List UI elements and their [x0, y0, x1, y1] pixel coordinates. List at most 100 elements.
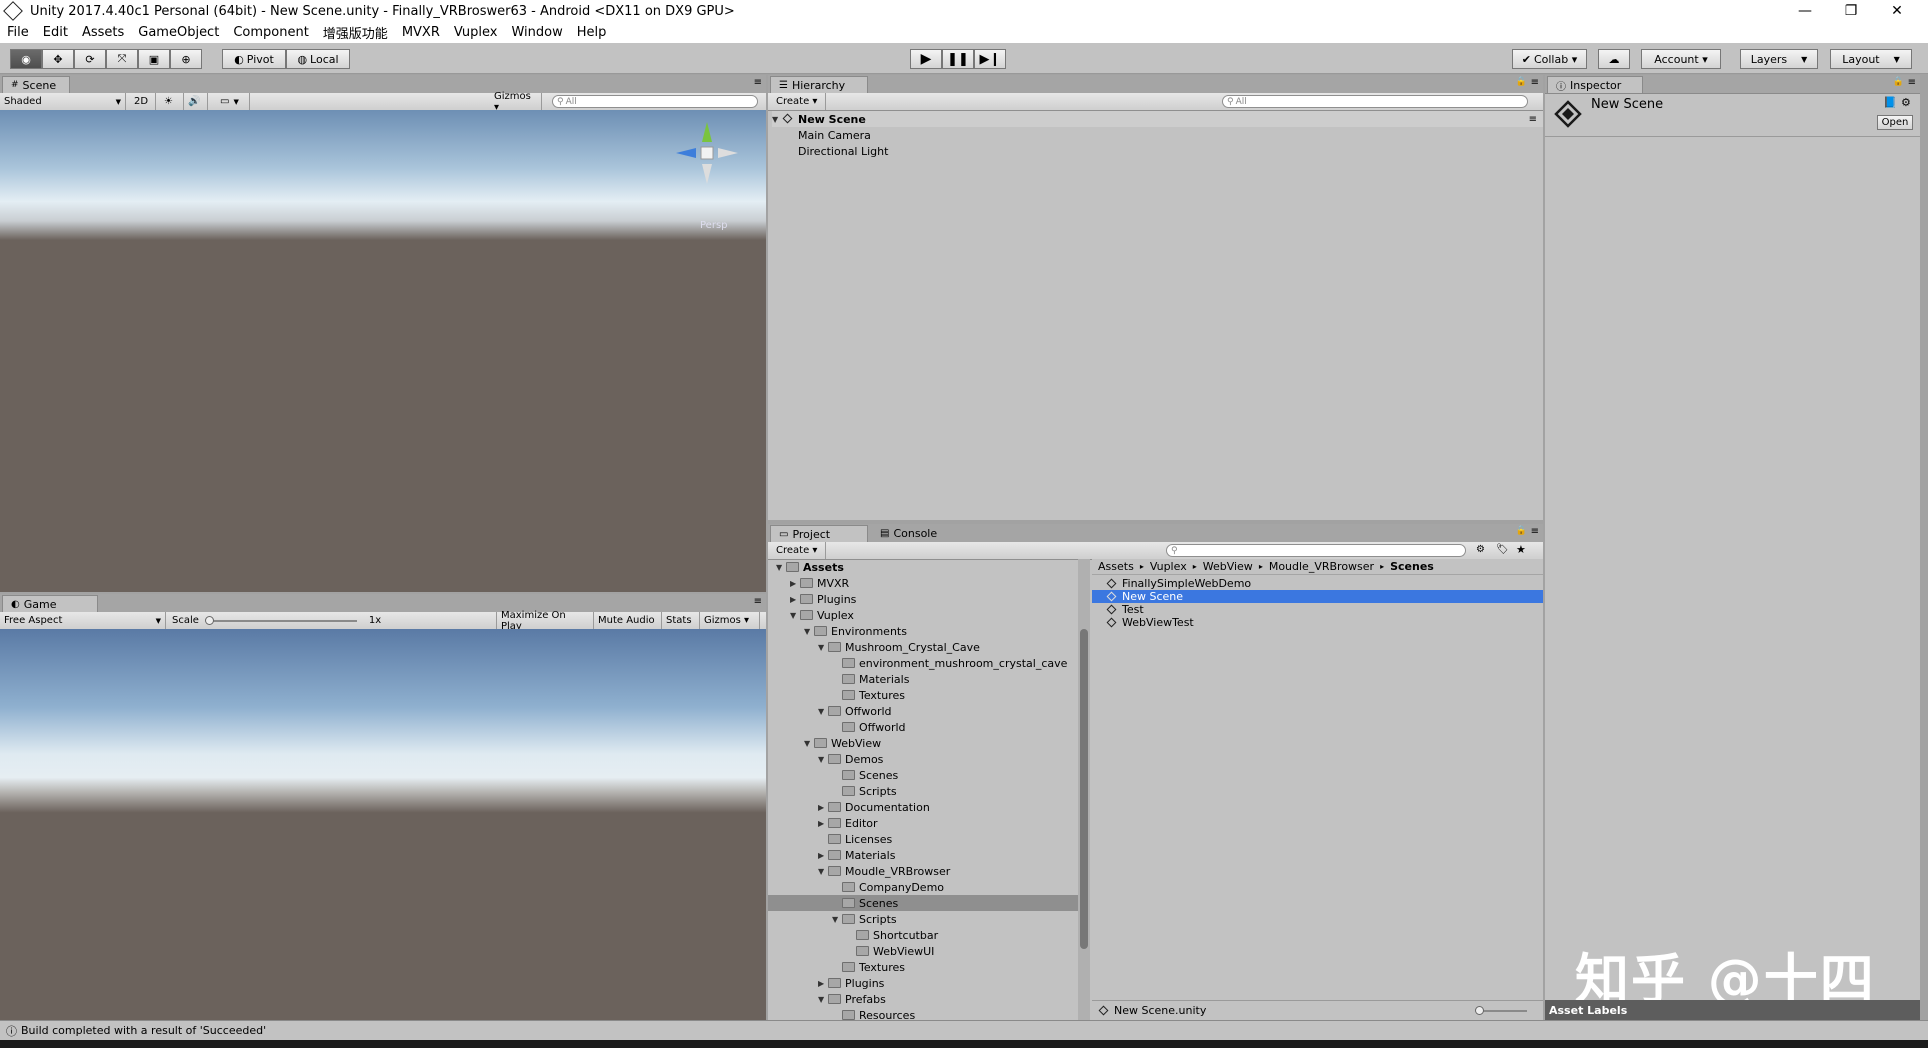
folder-tree-row[interactable]: ▶ Plugins — [768, 975, 1078, 991]
game-viewport[interactable] — [0, 629, 766, 1020]
tab-scene[interactable]: # Scene — [2, 76, 70, 93]
panel-menu-icon[interactable]: ≡ — [754, 77, 762, 88]
restore-button[interactable]: ❐ — [1828, 0, 1874, 22]
rect-tool-button[interactable]: ▣ — [138, 49, 170, 69]
rotate-tool-button[interactable]: ⟳ — [74, 49, 106, 69]
scene-menu-icon[interactable]: ≡ — [1529, 114, 1537, 125]
folder-tree-row[interactable]: ▶ MVXR — [768, 575, 1078, 591]
expand-arrow-icon[interactable]: ▶ — [818, 819, 828, 828]
file-list-item[interactable]: Test — [1092, 603, 1543, 616]
menu-component[interactable]: Component — [226, 25, 315, 40]
folder-tree-row[interactable]: ▼ WebView — [768, 735, 1078, 751]
hierarchy-item[interactable]: Main Camera — [798, 127, 871, 143]
folder-tree-row[interactable]: environment_mushroom_crystal_cave — [768, 655, 1078, 671]
menu-enhanced[interactable]: 增强版功能 — [316, 23, 395, 42]
folder-tree-row[interactable]: Scenes — [768, 895, 1078, 911]
collapse-arrow-icon[interactable]: ▼ — [776, 563, 786, 572]
folder-tree-row[interactable]: Scripts — [768, 783, 1078, 799]
file-list-item[interactable]: FinallySimpleWebDemo — [1092, 577, 1543, 590]
cloud-button[interactable]: ☁ — [1598, 49, 1630, 69]
panel-menu-icon[interactable]: ≡ — [754, 596, 762, 607]
scale-slider[interactable] — [204, 615, 357, 625]
tab-game[interactable]: ◐ Game — [2, 595, 98, 612]
project-create-button[interactable]: Create ▾ — [772, 542, 826, 559]
local-button[interactable]: ◍ Local — [286, 49, 350, 69]
folder-tree-row[interactable]: CompanyDemo — [768, 879, 1078, 895]
collapse-arrow-icon[interactable]: ▼ — [790, 611, 800, 620]
project-search-input[interactable]: ⚲ — [1166, 544, 1466, 557]
panel-menu-icon[interactable]: ≡ — [1531, 526, 1539, 537]
scene-search-input[interactable]: ⚲ All — [552, 95, 758, 108]
collapse-arrow-icon[interactable]: ▼ — [818, 755, 828, 764]
tree-scrollbar-thumb[interactable] — [1080, 629, 1088, 949]
breadcrumb-item[interactable]: WebView — [1203, 560, 1253, 573]
breadcrumb-item[interactable]: Assets — [1098, 560, 1134, 573]
filter-type-icon[interactable]: ⚙ — [1476, 544, 1485, 555]
folder-tree-row[interactable]: ▶ Editor — [768, 815, 1078, 831]
folder-tree-row[interactable]: Scenes — [768, 767, 1078, 783]
menu-vuplex[interactable]: Vuplex — [447, 25, 505, 40]
collapse-arrow-icon[interactable]: ▼ — [804, 627, 814, 636]
hierarchy-search-input[interactable]: ⚲ All — [1222, 95, 1528, 108]
menu-gameobject[interactable]: GameObject — [131, 25, 226, 40]
collapse-arrow-icon[interactable]: ▼ — [832, 915, 842, 924]
collapse-arrow-icon[interactable]: ▼ — [818, 707, 828, 716]
move-tool-button[interactable]: ✥ — [42, 49, 74, 69]
folder-tree-row[interactable]: ▼ Demos — [768, 751, 1078, 767]
menu-assets[interactable]: Assets — [75, 25, 131, 40]
folder-tree-row[interactable]: Textures — [768, 959, 1078, 975]
shading-mode-dropdown[interactable]: Shaded ▼ — [0, 93, 126, 110]
folder-tree-row[interactable]: ▼ Assets — [768, 559, 1078, 575]
hierarchy-create-button[interactable]: Create ▾ — [772, 93, 826, 110]
icon-size-slider-thumb[interactable] — [1475, 1005, 1484, 1015]
pivot-button[interactable]: ◐ Pivot — [222, 49, 286, 69]
minimize-button[interactable]: — — [1782, 0, 1828, 22]
panel-menu-icon[interactable]: ≡ — [1531, 77, 1539, 88]
expand-arrow-icon[interactable]: ▶ — [818, 979, 828, 988]
play-button[interactable]: ▶ — [910, 49, 942, 69]
audio-toggle[interactable]: 🔊 — [184, 93, 208, 110]
open-button[interactable]: Open — [1877, 115, 1913, 130]
scene-orientation-gizmo[interactable] — [672, 118, 742, 188]
tab-hierarchy[interactable]: ☰ Hierarchy — [770, 76, 868, 93]
close-button[interactable]: ✕ — [1874, 0, 1920, 22]
hierarchy-item[interactable]: Directional Light — [798, 143, 888, 159]
transform-tool-button[interactable]: ⊕ — [170, 49, 202, 69]
lighting-toggle[interactable]: ☀ — [160, 93, 184, 110]
menu-edit[interactable]: Edit — [36, 25, 75, 40]
collab-button[interactable]: ✔ Collab ▾ — [1512, 49, 1587, 69]
folder-tree-row[interactable]: Offworld — [768, 719, 1078, 735]
tab-inspector[interactable]: ⓘ Inspector — [1547, 76, 1643, 93]
lock-icon[interactable]: 🔒 — [1893, 77, 1904, 87]
account-button[interactable]: Account ▾ — [1641, 49, 1721, 69]
filter-label-icon[interactable]: 🏷 — [1496, 544, 1509, 555]
scene-gizmos-dropdown[interactable]: Gizmos ▾ — [490, 91, 542, 113]
status-message[interactable]: Build completed with a result of 'Succee… — [21, 1024, 266, 1037]
expand-arrow-icon[interactable]: ▼ — [772, 115, 782, 124]
pause-button[interactable]: ❚❚ — [942, 49, 974, 69]
folder-tree-row[interactable]: Textures — [768, 687, 1078, 703]
collapse-arrow-icon[interactable]: ▼ — [818, 643, 828, 652]
favorite-star-icon[interactable]: ★ — [1516, 543, 1526, 556]
asset-labels-bar[interactable]: Asset Labels — [1545, 1000, 1920, 1020]
folder-tree-row[interactable]: ▼ Environments — [768, 623, 1078, 639]
view-tool-button[interactable]: ◉ — [10, 49, 42, 69]
folder-tree-row[interactable]: ▼ Offworld — [768, 703, 1078, 719]
expand-arrow-icon[interactable]: ▶ — [790, 579, 800, 588]
scale-tool-button[interactable]: ⤧ — [106, 49, 138, 69]
collapse-arrow-icon[interactable]: ▼ — [804, 739, 814, 748]
folder-tree-row[interactable]: ▼ Moudle_VRBrowser — [768, 863, 1078, 879]
panel-menu-icon[interactable]: ≡ — [1908, 77, 1916, 88]
lock-icon[interactable]: 🔒 — [1516, 77, 1527, 87]
file-list-item[interactable]: WebViewTest — [1092, 616, 1543, 629]
aspect-dropdown[interactable]: Free Aspect ▼ — [0, 612, 166, 629]
folder-tree-row[interactable]: WebViewUI — [768, 943, 1078, 959]
file-list-item[interactable]: New Scene — [1092, 590, 1543, 603]
expand-arrow-icon[interactable]: ▶ — [790, 595, 800, 604]
layout-dropdown[interactable]: Layout ▼ — [1830, 49, 1912, 69]
menu-help[interactable]: Help — [570, 25, 614, 40]
folder-tree-row[interactable]: ▼ Prefabs — [768, 991, 1078, 1007]
menu-mvxr[interactable]: MVXR — [395, 25, 447, 40]
breadcrumb-item[interactable]: Vuplex — [1150, 560, 1187, 573]
menu-window[interactable]: Window — [504, 25, 569, 40]
